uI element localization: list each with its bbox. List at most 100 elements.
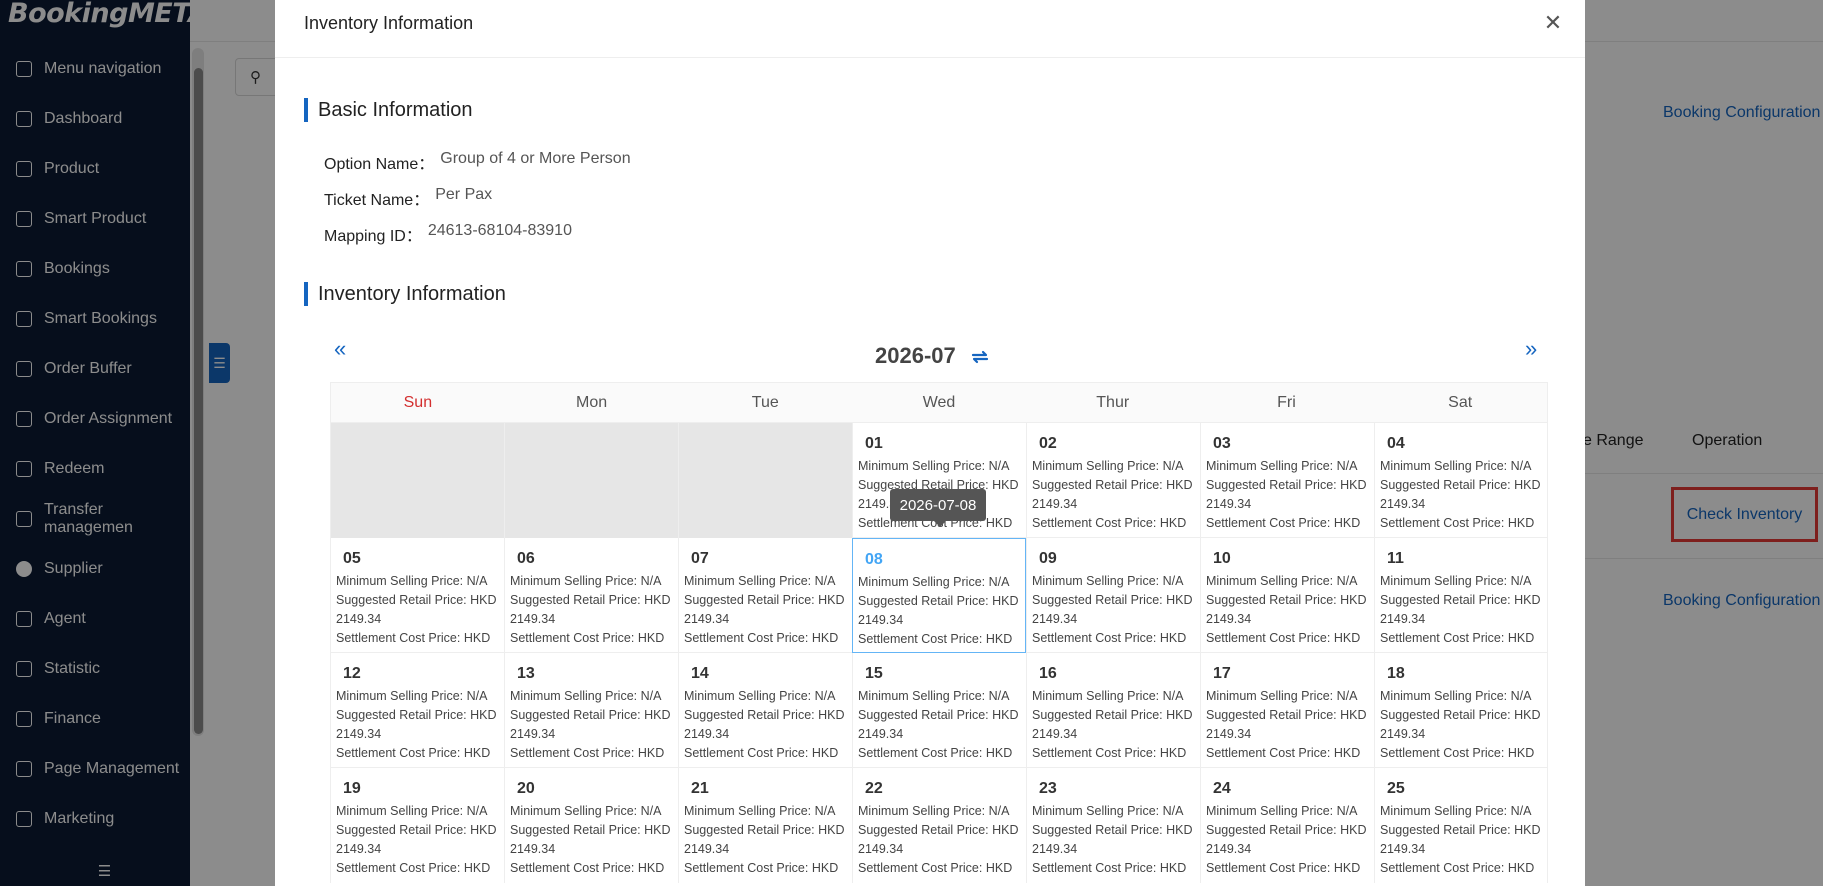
calendar-price-line: 2149.34 <box>1380 497 1426 511</box>
calendar-price-line: 2149.34 <box>858 727 904 741</box>
calendar-day-cell[interactable]: 06 Minimum Selling Price: N/A Suggested Re… <box>504 538 678 653</box>
calendar-price-line: Minimum Selling Price: N/A <box>858 689 1010 703</box>
calendar-price-line: Minimum Selling Price: N/A <box>1380 574 1532 588</box>
calendar-day-number: 02 <box>1039 435 1057 452</box>
calendar-day-cell[interactable]: 10 Minimum Selling Price: N/A Suggested Re… <box>1200 538 1374 653</box>
calendar-price-line: Suggested Retail Price: HKD <box>684 708 845 722</box>
calendar-price-line: Suggested Retail Price: HKD <box>1380 478 1541 492</box>
calendar-price-line: Settlement Cost Price: HKD <box>1032 861 1187 875</box>
calendar-price-line: Settlement Cost Price: HKD <box>858 861 1013 875</box>
calendar-price-line: Minimum Selling Price: N/A <box>510 804 662 818</box>
calendar-price-line: 2149.34 <box>1206 612 1252 626</box>
calendar-price-line: 2149.34 <box>1032 842 1078 856</box>
calendar-price-line: Suggested Retail Price: HKD <box>1032 478 1193 492</box>
calendar-day-cell[interactable]: 18 Minimum Selling Price: N/A Suggested Re… <box>1374 653 1548 768</box>
calendar-price-line: Settlement Cost Price: HKD <box>1032 746 1187 760</box>
calendar-price-line: Suggested Retail Price: HKD <box>1032 708 1193 722</box>
calendar-price-line: 2149.34 <box>510 842 556 856</box>
calendar-day-number: 03 <box>1213 435 1231 452</box>
calendar-price-line: Settlement Cost Price: HKD <box>1032 516 1187 530</box>
calendar-day-cell[interactable]: 20 Minimum Selling Price: N/A Suggested Re… <box>504 768 678 883</box>
calendar-day-cell[interactable]: 05 Minimum Selling Price: N/A Suggested Re… <box>330 538 504 653</box>
calendar-price-line: Minimum Selling Price: N/A <box>1032 689 1184 703</box>
calendar-day-number: 01 <box>865 435 883 452</box>
calendar-day-cell[interactable]: 14 Minimum Selling Price: N/A Suggested Re… <box>678 653 852 768</box>
calendar-day-cell[interactable]: 03 Minimum Selling Price: N/A Suggested Re… <box>1200 423 1374 538</box>
ticket-name-row: Ticket Name： Per Pax <box>324 186 492 210</box>
calendar-price-line: Settlement Cost Price: HKD <box>1206 861 1361 875</box>
calendar-price-line: Suggested Retail Price: HKD <box>858 708 1019 722</box>
calendar-price-line: Suggested Retail Price: HKD <box>336 823 497 837</box>
calendar-day-cell[interactable]: 15 Minimum Selling Price: N/A Suggested Re… <box>852 653 1026 768</box>
date-tooltip: 2026-07-08 <box>890 489 986 527</box>
calendar-price-line: Settlement Cost Price: HKD <box>336 861 491 875</box>
calendar-price-line: Minimum Selling Price: N/A <box>510 689 662 703</box>
calendar-price-line: 2149.34 <box>858 842 904 856</box>
calendar-weekday-header: Sun Mon Tue Wed Thur Fri Sat <box>330 382 1548 422</box>
calendar-price-line: Minimum Selling Price: N/A <box>1206 574 1358 588</box>
calendar-price-line: Suggested Retail Price: HKD <box>1380 593 1541 607</box>
calendar-price-line: Settlement Cost Price: HKD <box>1380 861 1535 875</box>
calendar-price-line: Minimum Selling Price: N/A <box>336 689 488 703</box>
calendar-day-number: 17 <box>1213 665 1231 682</box>
calendar-price-line: 2149.34 <box>1206 727 1252 741</box>
calendar-price-line: 2149.34 <box>858 613 904 627</box>
calendar-day-cell[interactable]: 07 Minimum Selling Price: N/A Suggested Re… <box>678 538 852 653</box>
calendar-day-cell[interactable]: 17 Minimum Selling Price: N/A Suggested Re… <box>1200 653 1374 768</box>
calendar-day-number: 06 <box>517 550 535 567</box>
calendar-day-cell[interactable]: 22 Minimum Selling Price: N/A Suggested Re… <box>852 768 1026 883</box>
calendar-day-cell[interactable]: 08 Minimum Selling Price: N/A Suggested Re… <box>852 538 1026 653</box>
calendar-day-number: 11 <box>1387 550 1404 567</box>
calendar-grid: Sun Mon Tue Wed Thur Fri Sat 01 Minimum Selling… <box>330 382 1548 883</box>
calendar-price-line: 2149.34 <box>1206 842 1252 856</box>
calendar-day-cell[interactable]: 19 Minimum Selling Price: N/A Suggested Re… <box>330 768 504 883</box>
weekday-label: Tue <box>751 393 779 411</box>
inventory-information-heading: Inventory Information <box>304 282 506 306</box>
calendar-price-line: Settlement Cost Price: HKD <box>336 746 491 760</box>
prev-month-icon[interactable]: « <box>334 336 346 362</box>
calendar-week: 19 Minimum Selling Price: N/A Suggested Re… <box>330 767 1548 883</box>
calendar-price-line: Settlement Cost Price: HKD <box>858 632 1013 646</box>
weekday-label: Wed <box>922 393 956 411</box>
calendar-day-number: 21 <box>691 780 709 797</box>
calendar-price-line: Settlement Cost Price: HKD <box>1206 631 1361 645</box>
calendar-price-line: 2149.34 <box>1380 842 1426 856</box>
calendar-day-cell[interactable]: 13 Minimum Selling Price: N/A Suggested Re… <box>504 653 678 768</box>
calendar-day-cell[interactable]: 12 Minimum Selling Price: N/A Suggested Re… <box>330 653 504 768</box>
calendar-price-line: Suggested Retail Price: HKD <box>684 593 845 607</box>
calendar-price-line: Suggested Retail Price: HKD <box>510 593 671 607</box>
calendar-day-number: 24 <box>1213 780 1231 797</box>
calendar-day-cell[interactable]: 21 Minimum Selling Price: N/A Suggested Re… <box>678 768 852 883</box>
calendar-price-line: Suggested Retail Price: HKD <box>858 823 1019 837</box>
calendar-price-line: Settlement Cost Price: HKD <box>684 631 839 645</box>
calendar-price-line: Settlement Cost Price: HKD <box>1380 631 1535 645</box>
calendar-price-line: Minimum Selling Price: N/A <box>1206 459 1358 473</box>
calendar-price-line: Settlement Cost Price: HKD <box>510 746 665 760</box>
calendar-price-line: Suggested Retail Price: HKD <box>336 593 497 607</box>
calendar-day-cell[interactable]: 23 Minimum Selling Price: N/A Suggested Re… <box>1026 768 1200 883</box>
calendar-price-line: Minimum Selling Price: N/A <box>684 689 836 703</box>
calendar-day-cell[interactable]: 02 Minimum Selling Price: N/A Suggested Re… <box>1026 423 1200 538</box>
calendar-price-line: Minimum Selling Price: N/A <box>858 459 1010 473</box>
calendar-day-cell[interactable]: 16 Minimum Selling Price: N/A Suggested Re… <box>1026 653 1200 768</box>
calendar-price-line: 2149.34 <box>684 842 730 856</box>
weekday-label: Sun <box>403 393 433 411</box>
calendar-day-number: 07 <box>691 550 709 567</box>
next-month-icon[interactable]: » <box>1525 336 1537 362</box>
calendar-day-cell[interactable]: 09 Minimum Selling Price: N/A Suggested Re… <box>1026 538 1200 653</box>
calendar-price-line: Suggested Retail Price: HKD <box>1380 708 1541 722</box>
calendar-day-number: 20 <box>517 780 535 797</box>
calendar-price-line: Settlement Cost Price: HKD <box>1032 631 1187 645</box>
calendar-day-cell[interactable]: 04 Minimum Selling Price: N/A Suggested Re… <box>1374 423 1548 538</box>
close-icon[interactable]: ✕ <box>1541 10 1565 35</box>
calendar-price-line: Minimum Selling Price: N/A <box>1380 804 1532 818</box>
calendar-price-line: Minimum Selling Price: N/A <box>336 804 488 818</box>
calendar-day-cell[interactable]: 25 Minimum Selling Price: N/A Suggested Re… <box>1374 768 1548 883</box>
calendar-price-line: Settlement Cost Price: HKD <box>1380 516 1535 530</box>
calendar-day-cell[interactable]: 24 Minimum Selling Price: N/A Suggested Re… <box>1200 768 1374 883</box>
calendar-day-number: 08 <box>865 551 883 568</box>
calendar-price-line: Suggested Retail Price: HKD <box>684 823 845 837</box>
modal-title: Inventory Information <box>304 13 474 33</box>
calendar-day-cell[interactable]: 11 Minimum Selling Price: N/A Suggested Re… <box>1374 538 1548 653</box>
refresh-icon[interactable] <box>969 346 991 368</box>
